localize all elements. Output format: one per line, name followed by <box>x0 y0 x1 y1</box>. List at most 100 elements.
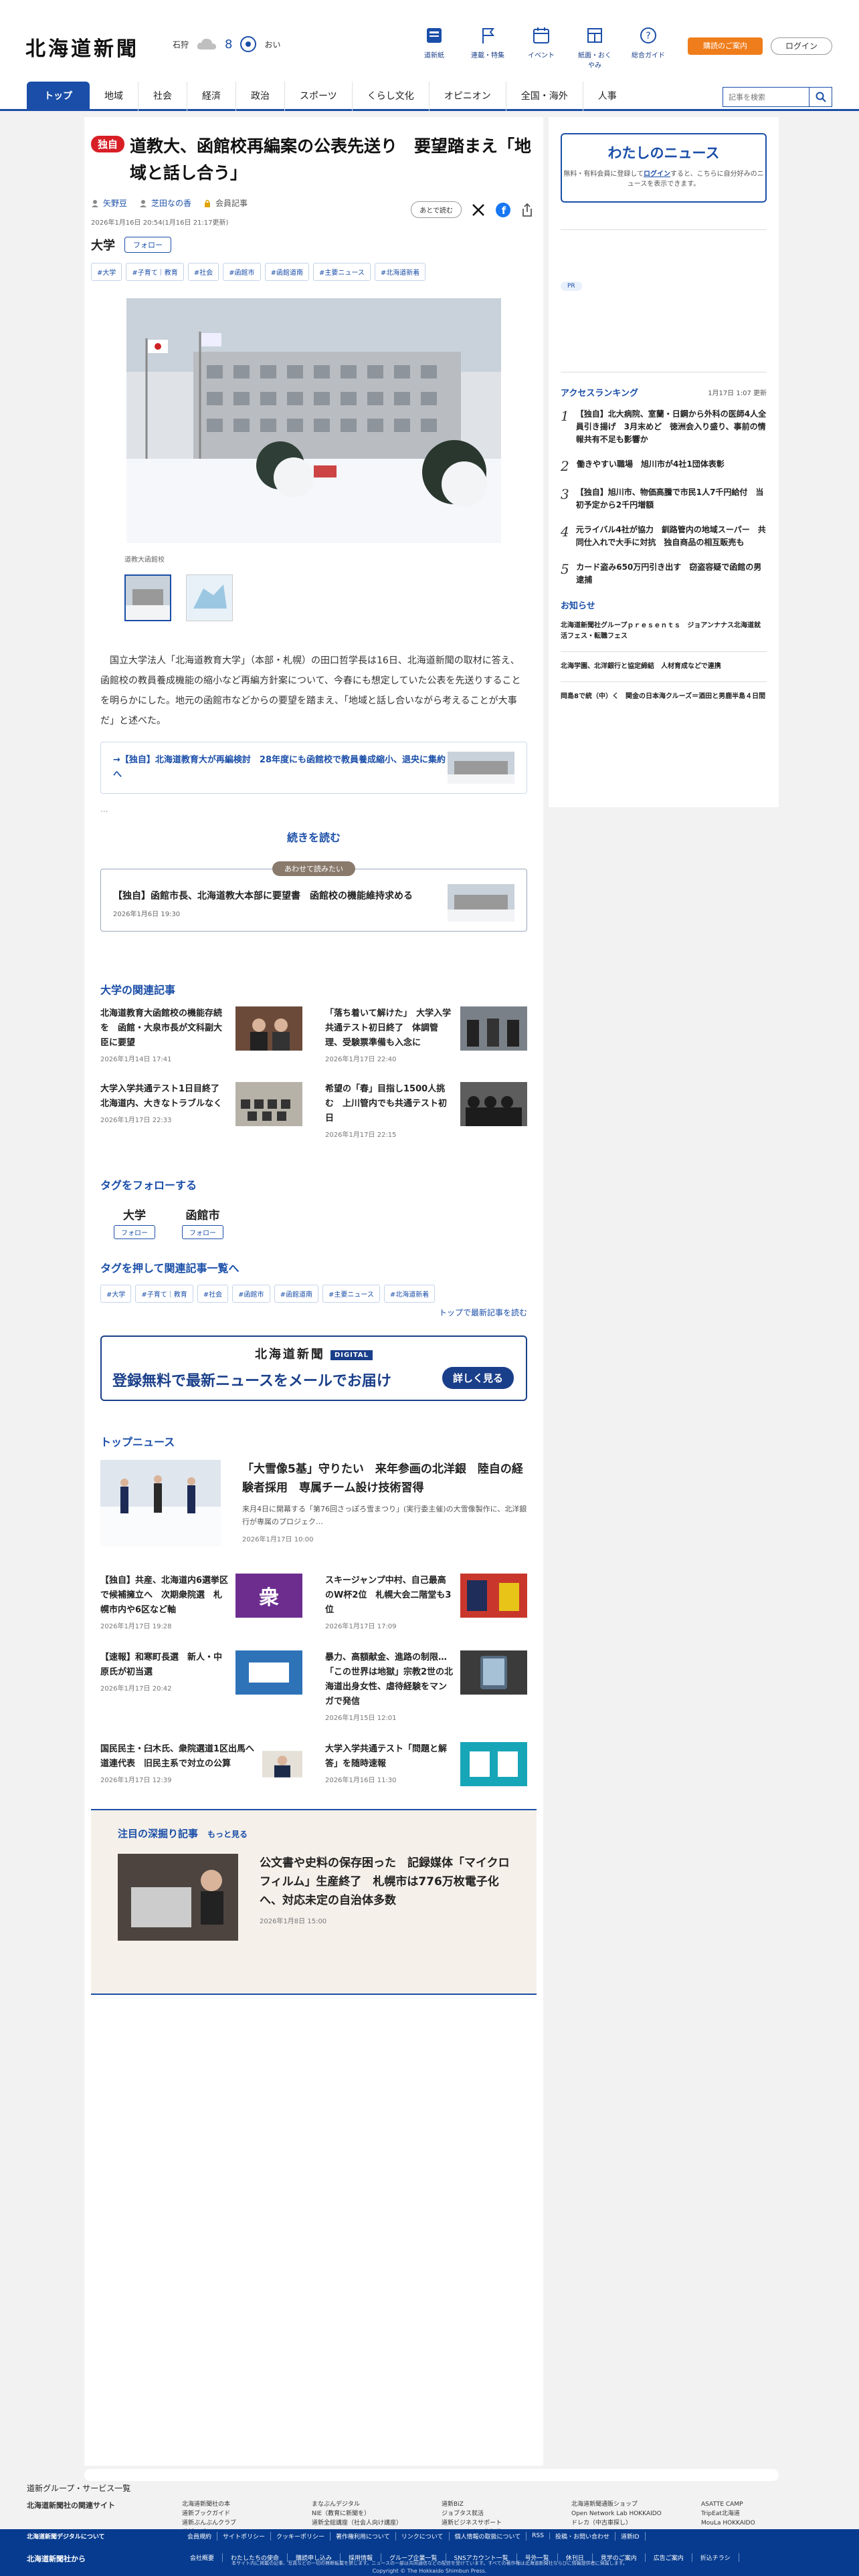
x-icon[interactable] <box>471 203 486 217</box>
related-site-link[interactable]: 道新ぶんぶんクラブ <box>182 2518 312 2528</box>
footer-link[interactable]: クッキーポリシー <box>271 2531 331 2541</box>
ranking-item[interactable]: 3 【独自】旭川市、物価高騰で市民1人7千円給付 当初予定から2千円増額 <box>561 486 767 512</box>
footer-link[interactable]: 著作権利用について <box>330 2531 396 2541</box>
related-site-link[interactable]: 北海道新聞通販ショップ <box>571 2500 701 2509</box>
top-news-main[interactable]: 「大雪像5基」守りたい 来年参画の北洋銀 陸自の経験者採用 専属チーム設け技術習… <box>100 1460 527 1547</box>
weather-widget[interactable]: 石狩 8 おい <box>173 35 280 53</box>
category-name[interactable]: 大学 <box>91 236 115 253</box>
tag[interactable]: #北海道新着 <box>374 263 426 281</box>
deep-dive-more-link[interactable]: もっと見る <box>207 1830 248 1839</box>
tab-region[interactable]: 地域 <box>90 82 138 111</box>
tag[interactable]: #函館道南 <box>274 1285 318 1303</box>
search-button[interactable] <box>809 87 832 107</box>
ranking-item[interactable]: 2 働きやすい職場 旭川市が4社1団体表彰 <box>561 458 767 474</box>
tab-opinion[interactable]: オピニオン <box>430 82 506 111</box>
tag[interactable]: #子育て｜教育 <box>135 1285 193 1303</box>
tab-sports[interactable]: スポーツ <box>285 82 353 111</box>
list-item[interactable]: 【速報】和寒町長選 新人・中原氏が初当選 2026年1月17日 20:42 <box>100 1650 302 1722</box>
related-site-link[interactable]: NIE（教育に新聞を） <box>312 2509 442 2518</box>
notice-title[interactable]: お知らせ <box>561 599 767 611</box>
footer-link[interactable]: RSS <box>527 2533 550 2539</box>
tag[interactable]: #社会 <box>197 1285 229 1303</box>
thumbnail-2[interactable] <box>186 574 233 621</box>
nav-series[interactable]: 連載・特集 <box>468 25 507 70</box>
tab-top[interactable]: トップ <box>27 82 90 111</box>
search-input[interactable] <box>723 87 809 107</box>
tag[interactable]: #主要ニュース <box>322 1285 380 1303</box>
related-site-link[interactable]: 北海道新聞社の本 <box>182 2500 312 2509</box>
author-2[interactable]: 芝田なの香 <box>139 197 191 209</box>
site-logo[interactable]: 北海道新聞 <box>25 32 139 62</box>
related-site-link[interactable]: MouLa HOKKAIDO <box>701 2518 831 2528</box>
list-item[interactable]: 暴力、高額献金、進路の制限…「この世界は地獄」宗教2世の北海道出身女性、虐待経験… <box>325 1650 527 1722</box>
related-site-link[interactable]: ASATTE CAMP <box>701 2500 831 2509</box>
also-read-box[interactable]: あわせて読みたい 【独自】函館市長、北海道教大本部に要望書 函館校の機能維持求め… <box>100 861 527 932</box>
digital-more-button[interactable]: 詳しく見る <box>442 1367 514 1389</box>
tab-economy[interactable]: 経済 <box>187 82 236 111</box>
tag[interactable]: #大学 <box>100 1285 132 1303</box>
to-top-link[interactable]: トップで最新記事を読む <box>100 1307 527 1318</box>
related-site-link[interactable]: ドレカ（中古車探し） <box>571 2518 701 2528</box>
footer-link[interactable]: サイトポリシー <box>217 2531 272 2541</box>
list-item[interactable]: 大学入学共通テスト「問題と解答」を随時速報 2026年1月16日 11:30 <box>325 1742 527 1786</box>
share-icon[interactable] <box>520 203 534 217</box>
tab-culture[interactable]: くらし文化 <box>353 82 430 111</box>
list-item[interactable]: 【独自】共産、北海道内6選挙区で候補擁立へ 次期衆院選 札幌市内や6区など軸 20… <box>100 1574 302 1630</box>
ranking-item[interactable]: 1 【独自】北大病院、室蘭・日鋼から外科の医師4人全員引き揚げ 3月末めど 徳洲会… <box>561 408 767 446</box>
follow-button[interactable]: フォロー <box>182 1225 223 1239</box>
footer-link[interactable]: 道新ID <box>615 2531 646 2541</box>
ranking-item[interactable]: 5 カード盗み650万円引き出す 窃盗容疑で函館の男逮捕 <box>561 561 767 586</box>
related-site-link[interactable]: 道新全総講座（社会人向け講座） <box>312 2518 442 2528</box>
digital-signup-banner[interactable]: 北海道新聞 DIGITAL 登録無料で最新ニュースをメールでお届け 詳しく見る <box>100 1335 527 1401</box>
list-item[interactable]: 大学入学共通テスト1日目終了 北海道内、大きなトラブルなく 2026年1月17日 … <box>100 1082 302 1139</box>
footer-link[interactable]: 投稿・お問い合わせ <box>550 2531 615 2541</box>
tag[interactable]: #北海道新着 <box>383 1285 436 1303</box>
tag[interactable]: #大学 <box>91 263 122 281</box>
tab-society[interactable]: 社会 <box>138 82 187 111</box>
nav-event[interactable]: イベント <box>522 25 561 70</box>
notice-item[interactable]: 北海学園、北洋銀行と協定締結 人材育成などで連携 <box>561 652 767 682</box>
related-site-link[interactable]: TripEat北海道 <box>701 2509 831 2518</box>
read-more-button[interactable]: 続きを読む <box>91 829 537 845</box>
tag[interactable]: #子育て｜教育 <box>126 263 184 281</box>
related-site-link[interactable]: まなぶんデジタル <box>312 2500 442 2509</box>
tab-world[interactable]: 全国・海外 <box>506 82 583 111</box>
ranking-item[interactable]: 4 元ライバル4社が協力 釧路管内の地域スーパー 共同仕入れで大手に対抗 独自商品… <box>561 524 767 549</box>
my-news-login-link[interactable]: ログイン <box>644 171 670 178</box>
group-services-link[interactable]: 道新グループ・サービス一覧 <box>27 2482 130 2494</box>
tab-politics[interactable]: 政治 <box>236 82 285 111</box>
list-item[interactable]: 北海道教育大函館校の機能存続を 函館・大泉市長が文科副大臣に要望 2026年1月1… <box>100 1006 302 1063</box>
facebook-icon[interactable]: f <box>495 202 511 218</box>
related-site-link[interactable]: 道新BiZ <box>442 2500 571 2509</box>
related-article-link[interactable]: →【独自】北海道教育大が再編検討 28年度にも函館校で教員養成縮小、退央に集約へ <box>100 742 527 794</box>
list-item[interactable]: 希望の「春」目指し1500人挑む 上川管内でも共通テスト初日 2026年1月17日… <box>325 1082 527 1139</box>
thumbnail-1[interactable] <box>124 574 171 621</box>
follow-button[interactable]: フォロー <box>124 237 171 253</box>
list-item[interactable]: 国民民主・臼木氏、衆院選道1区出馬へ 道連代表 旧民主系で対立の公算 2026年1… <box>100 1742 302 1786</box>
nav-guide[interactable]: ? 総合ガイド <box>629 25 668 70</box>
footer-link[interactable]: リンクについて <box>396 2531 450 2541</box>
read-later-button[interactable]: あとで読む <box>411 201 462 218</box>
list-item[interactable]: 「落ち着いて解けた」 大学入学共通テスト初日終了 体調管理、受験票準備も入念に 2… <box>325 1006 527 1063</box>
notice-item[interactable]: 岡島8で統（中）く 関金の日本海クルーズ＝酒田と男鹿半島４日間 <box>561 682 767 712</box>
tag[interactable]: #函館市 <box>232 1285 270 1303</box>
nav-paper[interactable]: 道新紙 <box>415 25 454 70</box>
related-site-link[interactable]: Open Network Lab HOKKAIDO <box>571 2509 701 2518</box>
subscribe-button[interactable]: 購読のご案内 <box>688 37 763 55</box>
related-site-link[interactable]: ジョブタス就活 <box>442 2509 571 2518</box>
login-button[interactable]: ログイン <box>771 37 832 55</box>
footer-link[interactable]: 会員規約 <box>182 2531 218 2541</box>
tab-personnel[interactable]: 人事 <box>583 82 632 111</box>
deep-dive-item[interactable]: 公文書や史料の保存困った 記録媒体「マイクロフィルム」生産終了 札幌市は776万… <box>118 1854 510 1941</box>
notice-item[interactable]: 北海道新聞社グループｐｒｅｓｅｎｔｓ ジョアンナナス北海道就活フェス・転職フェス <box>561 611 767 652</box>
tag[interactable]: #主要ニュース <box>312 263 371 281</box>
author-1[interactable]: 矢野豆 <box>91 197 127 209</box>
ranking-title[interactable]: アクセスランキング <box>561 386 638 399</box>
tag[interactable]: #函館市 <box>223 263 261 281</box>
related-site-link[interactable]: 道新ビジネスサポート <box>442 2518 571 2528</box>
list-item[interactable]: スキージャンプ中村、自己最高のW杯2位 札幌大会二階堂も3位 2026年1月17日… <box>325 1574 527 1630</box>
follow-button[interactable]: フォロー <box>114 1225 155 1239</box>
related-site-link[interactable]: 道新ブックガイド <box>182 2509 312 2518</box>
main-photo[interactable] <box>126 298 501 543</box>
tag[interactable]: #函館道南 <box>264 263 309 281</box>
